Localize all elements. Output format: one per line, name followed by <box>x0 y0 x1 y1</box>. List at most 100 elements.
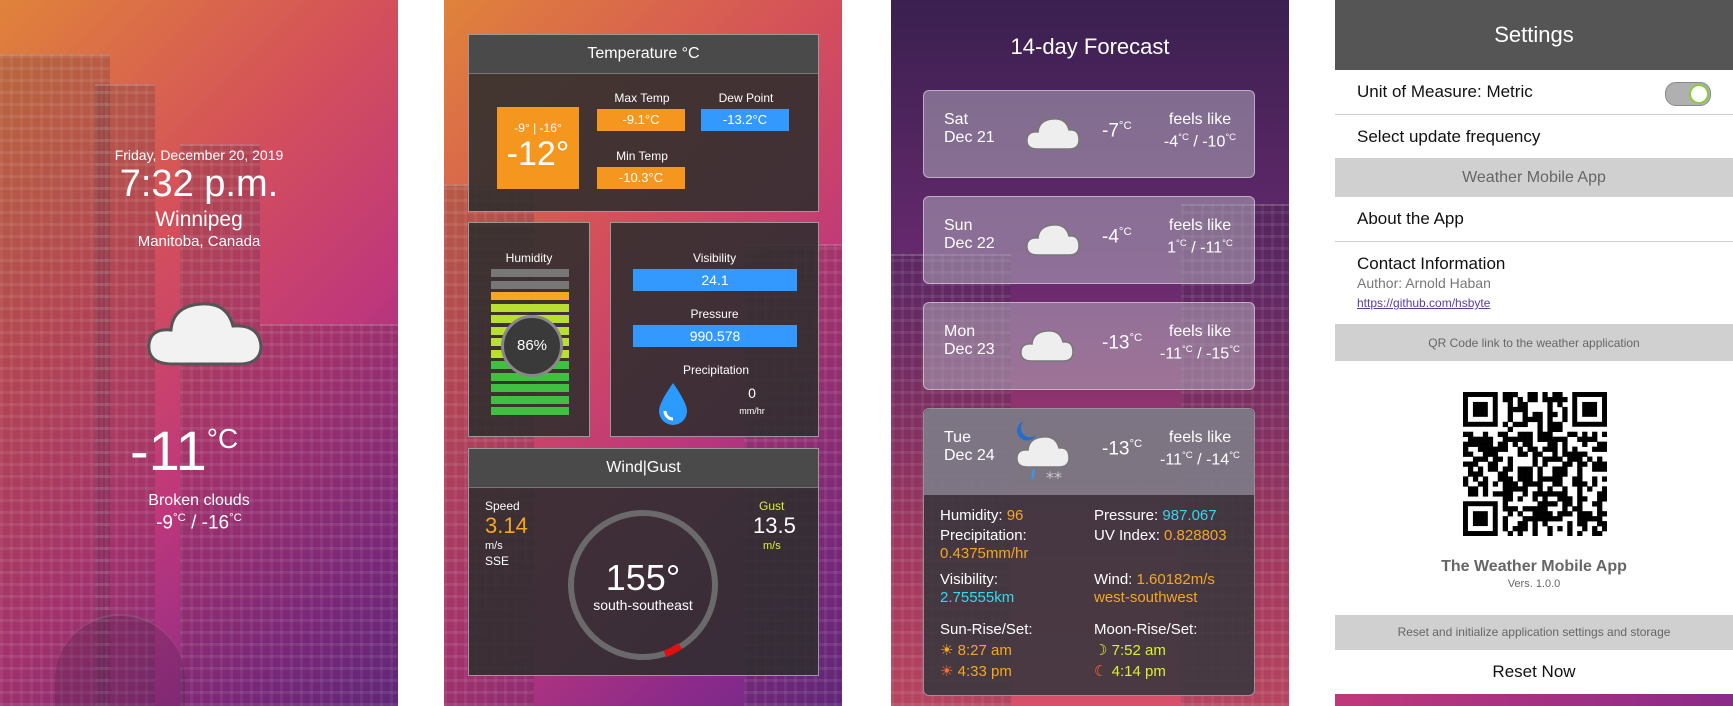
feels-like: feels like -4°C / -10°C <box>1163 111 1237 151</box>
author-label: Author: Arnold Haban <box>1357 275 1491 291</box>
wind-speed-value: 3.14 <box>485 513 528 538</box>
forecast-day-card[interactable]: Mon Dec 23 -13°C feels like -11°C / -15°C <box>923 302 1255 390</box>
forecast-day: Sun Dec 22 <box>944 217 995 252</box>
humidity-card: Humidity 86% <box>468 222 590 437</box>
pressure-label: Pressure <box>690 307 739 321</box>
wind-speed-label: Speed <box>485 499 520 513</box>
about-app-label: About the App <box>1357 209 1464 228</box>
detail-precipitation: Precipitation: 0.4375mm/hr <box>940 527 1029 562</box>
contact-info-row: Contact Information Author: Arnold Haban… <box>1335 242 1733 325</box>
forecast-temperature: -13°C <box>1102 438 1143 460</box>
unit-of-measure-row: Unit of Measure: Metric <box>1335 70 1733 115</box>
detail-pressure: Pressure: 987.067 <box>1094 507 1217 524</box>
city-name: Winnipeg <box>155 208 243 231</box>
feels-like: feels like 1°C / -11°C <box>1167 217 1233 257</box>
forecast-title: 14-day Forecast <box>1010 34 1170 59</box>
forecast-day-card[interactable]: Sun Dec 22 -4°C feels like 1°C / -11°C <box>923 196 1255 284</box>
region-name: Manitoba, Canada <box>137 233 261 250</box>
gust-value: 13.5 <box>753 513 796 538</box>
forecast-day: Sat Dec 21 <box>944 111 995 146</box>
cloud-icon <box>1026 224 1080 256</box>
app-section-header: Weather Mobile App <box>1335 159 1733 197</box>
detail-uv-index: UV Index: 0.828803 <box>1094 527 1227 544</box>
toggle-knob <box>1689 84 1709 104</box>
max-temp-value: -9.1°C <box>597 109 685 131</box>
forecast-day-card-expanded[interactable]: Tue Dec 24 ** -13°C feels like -11°C / -14… <box>923 408 1255 696</box>
detail-visibility: Visibility: 2.75555km <box>940 571 1015 606</box>
background-strip <box>1335 694 1733 706</box>
update-frequency-label: Select update frequency <box>1357 127 1541 146</box>
humidity-bar-segment <box>491 384 569 392</box>
wind-direction-name: south-southeast <box>593 597 693 613</box>
humidity-value: 86% <box>501 315 563 377</box>
min-temp-label: Min Temp <box>616 149 668 163</box>
pressure-value: 990.578 <box>633 325 797 347</box>
contact-info-label: Contact Information <box>1357 254 1506 273</box>
qr-section-header: QR Code link to the weather application <box>1335 325 1733 361</box>
svg-text:**: ** <box>1046 468 1062 487</box>
current-date: Friday, December 20, 2019 <box>114 147 284 163</box>
precipitation-label: Precipitation <box>682 363 750 377</box>
temperature-unit: °C <box>206 423 239 454</box>
current-time: 7:32 p.m. <box>119 163 279 205</box>
feels-like: feels like -11°C / -14°C <box>1160 429 1240 469</box>
current-temperature: -11°C <box>130 419 239 482</box>
wind-degrees: 155° <box>605 557 681 598</box>
max-temp-label: Max Temp <box>614 91 670 105</box>
visibility-label: Visibility <box>692 251 737 265</box>
detail-moon: Moon-Rise/Set: ☽ 7:52 am ☾ 4:14 pm <box>1094 621 1198 680</box>
detail-sun: Sun-Rise/Set: ☀ 8:27 am ☀ 4:33 pm <box>940 621 1033 680</box>
humidity-bar-segment <box>491 280 569 289</box>
update-frequency-row[interactable]: Select update frequency <box>1335 115 1733 159</box>
settings-screen: Settings Unit of Measure: Metric Select … <box>1335 0 1733 706</box>
github-link[interactable]: https://github.com/hsbyte <box>1357 296 1490 310</box>
temperature-card-title: Temperature °C <box>469 35 818 74</box>
visibility-value: 24.1 <box>633 269 797 291</box>
wind-direction-abbr: SSE <box>485 554 510 568</box>
forecast-temperature: -7°C <box>1102 120 1132 142</box>
current-weather-screen: Friday, December 20, 2019 7:32 p.m. Winn… <box>0 0 398 706</box>
wind-speed-unit: m/s <box>485 540 503 552</box>
app-version: Vers. 1.0.0 <box>1507 578 1561 590</box>
detail-wind: Wind: 1.60182m/s west-southwest <box>1094 571 1215 606</box>
settings-title: Settings <box>1335 0 1733 70</box>
temperature-value: -12° <box>506 135 570 173</box>
feels-like: feels like -11°C / -15°C <box>1160 323 1240 363</box>
temperature-range: -9° | -16° <box>514 121 562 135</box>
atmosphere-card: Visibility 24.1 Pressure 990.578 Precipi… <box>610 222 819 437</box>
dew-point-value: -13.2°C <box>701 109 789 131</box>
min-temp-value: -10.3°C <box>597 167 685 189</box>
wind-card: Wind|Gust Speed 3.14 m/s SSE Gust 13.5 m… <box>468 448 819 676</box>
weather-condition: Broken clouds <box>148 492 250 509</box>
wind-card-title: Wind|Gust <box>469 449 818 488</box>
weather-details-screen: Temperature °C -9° | -16° -12° Max Temp … <box>444 0 842 706</box>
about-app-row[interactable]: About the App <box>1335 197 1733 242</box>
cloud-icon <box>1026 118 1080 150</box>
reset-now-button[interactable]: Reset Now <box>1335 650 1733 694</box>
cloud-icon <box>1020 330 1074 362</box>
water-drop-icon <box>659 383 687 425</box>
humidity-bar-segment <box>491 395 569 404</box>
snow-cloud-night-icon: ** <box>1016 421 1070 487</box>
precipitation-unit: mm/hr <box>739 406 765 416</box>
humidity-bar-segment <box>491 292 569 300</box>
unit-of-measure-label: Unit of Measure: Metric <box>1357 82 1533 101</box>
current-temperature-box: -9° | -16° -12° <box>497 107 579 189</box>
dew-point-label: Dew Point <box>718 91 774 105</box>
humidity-bar-segment <box>491 303 569 312</box>
forecast-screen: 14-day Forecast Sat Dec 21 -7°C feels lik… <box>891 0 1289 706</box>
humidity-bar-segment <box>491 269 569 277</box>
app-name: The Weather Mobile App <box>1441 558 1627 575</box>
gust-unit: m/s <box>763 540 781 552</box>
humidity-bar-segment <box>491 407 569 415</box>
forecast-temperature: -4°C <box>1102 226 1132 248</box>
unit-toggle[interactable] <box>1665 82 1711 106</box>
detail-humidity: Humidity: 96 <box>940 507 1024 524</box>
hi-lo-temperature: -9°C / -16°C <box>156 512 242 534</box>
forecast-day: Tue Dec 24 <box>944 429 995 464</box>
gust-label: Gust <box>759 499 785 513</box>
forecast-temperature: -13°C <box>1102 332 1143 354</box>
humidity-label: Humidity <box>505 251 553 265</box>
qr-code-icon[interactable] <box>1463 392 1607 536</box>
forecast-day-card[interactable]: Sat Dec 21 -7°C feels like -4°C / -10°C <box>923 90 1255 178</box>
